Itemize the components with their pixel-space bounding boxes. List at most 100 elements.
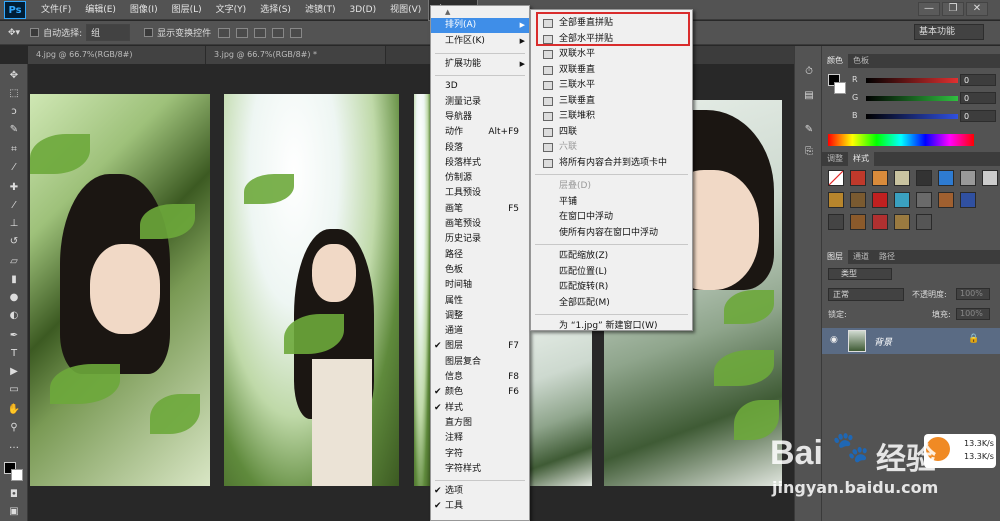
tab-4jpg[interactable]: 4.jpg @ 66.7%(RGB/8#) [28,46,206,64]
tab-3jpg[interactable]: 3.jpg @ 66.7%(RGB/8#) * [206,46,386,64]
eraser-tool-icon[interactable]: ▱ [7,256,21,268]
tab-swatches[interactable]: 色板 [848,54,874,68]
g-channel-slider[interactable]: G 0 [852,92,1000,106]
window-menu-item[interactable]: 时间轴 [431,278,529,293]
arrange-menu-item[interactable]: 全部匹配(M) [531,296,692,311]
tab-channels[interactable]: 通道 [848,250,874,264]
menu-file[interactable]: 文件(F) [34,0,78,20]
menu-image[interactable]: 图像(I) [123,0,165,20]
auto-select-checkbox[interactable] [30,28,40,37]
quick-mask-icon[interactable]: ◘ [7,489,21,501]
tab-layers[interactable]: 图层 [822,250,848,264]
workspace-dropdown[interactable]: 基本功能 [914,24,984,40]
arrange-menu-item[interactable]: 在窗口中浮动 [531,210,692,225]
window-menu-item[interactable]: 路径 [431,248,529,263]
style-swatch[interactable] [850,170,866,186]
window-menu-item[interactable]: 属性 [431,294,529,309]
arrange-menu-item[interactable]: 三联水平 [531,78,692,93]
blend-mode-dropdown[interactable]: 正常 [828,288,904,301]
arrange-menu-item[interactable]: 匹配旋转(R) [531,280,692,295]
history-panel-icon[interactable]: ⏱ [802,66,816,78]
fill-value[interactable]: 100% [956,308,990,320]
style-swatch[interactable] [828,214,844,230]
align-center-icon[interactable] [290,27,303,38]
arrange-menu-item[interactable]: 双联水平 [531,47,692,62]
clone-source-panel-icon[interactable]: ⎘ [802,146,816,158]
align-middle-icon[interactable] [236,27,249,38]
window-menu-item[interactable]: 工具 ✔ [431,499,529,514]
menu-3d[interactable]: 3D(D) [342,0,383,20]
arrange-menu-item[interactable]: 六联 [531,140,692,155]
opacity-value[interactable]: 100% [956,288,990,300]
style-swatch[interactable] [938,192,954,208]
path-select-icon[interactable]: ▶ [7,366,21,378]
b-channel-value[interactable]: 0 [960,110,996,122]
more-tools-icon[interactable]: … [7,440,21,452]
r-channel-slider[interactable]: R 0 [852,74,1000,88]
color-spectrum-bar[interactable] [828,134,974,146]
style-swatch[interactable] [916,170,932,186]
screen-mode-icon[interactable]: ▣ [7,506,21,518]
style-swatch[interactable] [894,192,910,208]
window-menu-item[interactable]: 3D [431,79,529,94]
gradient-tool-icon[interactable]: ▮ [7,274,21,286]
style-swatch[interactable] [872,170,888,186]
align-bottom-icon[interactable] [254,27,267,38]
window-menu-item[interactable]: 段落 [431,141,529,156]
properties-panel-icon[interactable]: ▤ [802,90,816,102]
window-menu-item[interactable]: 工作区(K) ▶ [431,34,529,49]
brush-tool-icon[interactable]: ⁄ [7,200,21,212]
window-menu-item[interactable]: 色板 [431,263,529,278]
arrange-menu-item[interactable]: 双联垂直 [531,63,692,78]
arrange-menu-item[interactable]: 层叠(D) [531,179,692,194]
style-swatch[interactable] [894,214,910,230]
zoom-tool-icon[interactable]: ⚲ [7,422,21,434]
style-swatch[interactable] [938,170,954,186]
style-swatch[interactable] [850,214,866,230]
crop-tool-icon[interactable]: ⌗ [7,144,21,156]
move-tool-icon[interactable]: ✥ [7,70,21,82]
lasso-tool-icon[interactable]: ↄ [7,106,21,118]
quick-select-tool-icon[interactable]: ✎ [7,124,21,136]
arrange-menu-item[interactable]: 将所有内容合并到选项卡中 [531,156,692,171]
background-color-swatch[interactable] [11,469,23,481]
window-menu-item[interactable]: 导航器 [431,110,529,125]
type-tool-icon[interactable]: T [7,348,21,360]
window-menu-item[interactable]: 调整 [431,309,529,324]
tab-paths[interactable]: 路径 [874,250,900,264]
window-menu-item[interactable]: 注释 [431,431,529,446]
arrange-menu-item[interactable]: 匹配位置(L) [531,265,692,280]
style-swatch[interactable] [916,214,932,230]
style-swatch[interactable] [960,170,976,186]
style-swatch[interactable] [960,192,976,208]
eyedropper-tool-icon[interactable]: ⁄ [7,162,21,174]
window-menu-item[interactable]: 扩展功能 ▶ [431,57,529,72]
close-button[interactable]: ✕ [966,2,988,16]
minimize-button[interactable]: — [918,2,940,16]
blur-tool-icon[interactable]: ● [7,292,21,304]
eye-icon[interactable]: ◉ [830,335,838,345]
arrange-menu-item[interactable]: 三联堆积 [531,109,692,124]
window-menu-item[interactable]: 测量记录 [431,95,529,110]
b-channel-slider[interactable]: B 0 [852,110,1000,124]
window-menu-item[interactable]: 段落样式 [431,156,529,171]
marquee-tool-icon[interactable]: ⬚ [7,88,21,100]
arrange-menu-item[interactable]: 匹配缩放(Z) [531,249,692,264]
window-menu-item[interactable]: 信息 F8 [431,370,529,385]
pen-tool-icon[interactable]: ✒ [7,330,21,342]
show-transform-checkbox[interactable] [144,28,154,37]
move-tool-icon[interactable]: ✥▾ [8,28,20,38]
clone-stamp-icon[interactable]: ⊥ [7,218,21,230]
window-menu-item[interactable]: 通道 [431,324,529,339]
window-menu-item[interactable]: 画笔预设 [431,217,529,232]
menu-type[interactable]: 文字(Y) [209,0,254,20]
style-swatch[interactable] [894,170,910,186]
window-menu-item[interactable]: 直方图 [431,416,529,431]
style-swatch[interactable] [850,192,866,208]
menu-filter[interactable]: 滤镜(T) [298,0,343,20]
g-channel-value[interactable]: 0 [960,92,996,104]
arrange-menu-item[interactable]: 平铺 [531,195,692,210]
hand-tool-icon[interactable]: ✋ [7,404,21,416]
menu-select[interactable]: 选择(S) [253,0,298,20]
style-swatch[interactable] [872,214,888,230]
